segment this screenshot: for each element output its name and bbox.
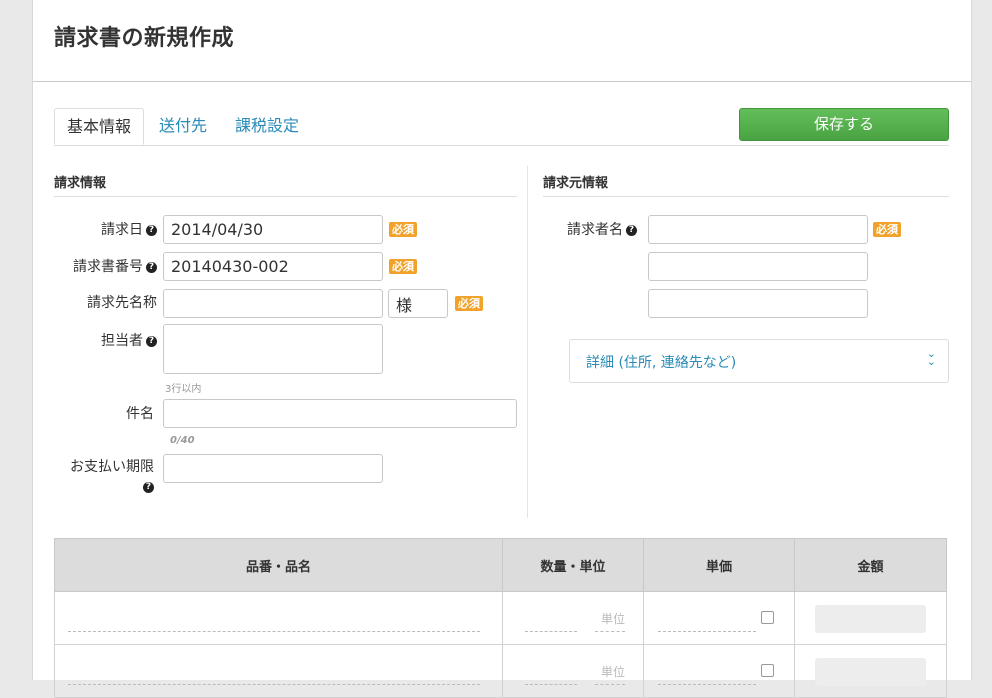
column-header: 単価 (643, 538, 795, 592)
help-icon[interactable]: ? (143, 482, 154, 493)
double-chevron-down-icon: ⌄ ⌄ (926, 347, 936, 368)
unit-field[interactable] (595, 631, 625, 632)
unit-placeholder: 単位 (600, 612, 625, 626)
items-table: 品番・品名 数量・単位 単価 金額 単位 単位 (54, 538, 947, 698)
column-header: 品番・品名 (54, 538, 503, 592)
subject-label: 件名 (126, 406, 154, 422)
unit-field[interactable] (595, 684, 625, 685)
contact-person-label: 担当者? (54, 330, 157, 350)
payment-due-label-text: お支払い期限 (70, 459, 154, 475)
issuer-name-label: 請求者名? (543, 219, 637, 239)
required-badge: 必須 (455, 296, 483, 311)
save-button[interactable]: 保存する (739, 108, 949, 141)
billing-info-title: 請求情報 (54, 172, 517, 197)
quantity-field[interactable] (525, 631, 577, 632)
contact-person-label-text: 担当者 (101, 333, 143, 349)
item-name-cell[interactable] (54, 644, 503, 698)
page-title: 請求書の新規作成 (54, 26, 235, 51)
payment-due-input[interactable] (163, 454, 383, 483)
required-badge: 必須 (389, 222, 417, 237)
unit-price-field[interactable] (658, 684, 756, 685)
details-toggle-label: 詳細 (住所, 連絡先など) (586, 355, 737, 371)
invoice-date-label-text: 請求日 (101, 222, 143, 238)
honorific-input[interactable] (388, 289, 448, 318)
invoice-date-input[interactable] (163, 215, 383, 244)
details-toggle[interactable]: 詳細 (住所, 連絡先など) ⌄ ⌄ (569, 339, 949, 383)
issuer-info-title: 請求元情報 (543, 172, 949, 197)
unit-placeholder: 単位 (600, 665, 625, 679)
tab-tax-settings[interactable]: 課税設定 (235, 108, 299, 145)
page-header: 請求書の新規作成 (33, 0, 971, 82)
issuer-name-line2-input[interactable] (648, 252, 868, 281)
issuer-name-input[interactable] (648, 215, 868, 244)
main-panel: 請求書の新規作成 基本情報 送付先 課税設定 保存する 請求情報 請求日? 必須… (32, 0, 972, 698)
subject-counter: 0/40 (170, 435, 195, 446)
table-row: 単位 (54, 591, 947, 645)
invoice-date-label: 請求日? (54, 219, 157, 239)
invoice-number-input[interactable] (163, 252, 383, 281)
column-header: 数量・単位 (502, 538, 644, 592)
help-icon[interactable]: ? (146, 336, 157, 347)
table-row: 単位 (54, 644, 947, 698)
amount-cell (794, 591, 947, 645)
unit-price-field[interactable] (658, 631, 756, 632)
unit-price-cell[interactable] (643, 591, 795, 645)
tax-checkbox[interactable] (761, 611, 774, 624)
issuer-name-label-text: 請求者名 (567, 222, 623, 238)
help-icon[interactable]: ? (146, 262, 157, 273)
tab-basic-info[interactable]: 基本情報 (54, 108, 144, 145)
quantity-field[interactable] (525, 684, 577, 685)
recipient-name-label: 請求先名称 (87, 295, 157, 311)
quantity-cell[interactable]: 単位 (502, 644, 644, 698)
amount-cell (794, 644, 947, 698)
item-name-field[interactable] (68, 631, 480, 632)
invoice-number-label-text: 請求書番号 (73, 259, 143, 275)
column-header: 金額 (794, 538, 947, 592)
required-badge: 必須 (873, 222, 901, 237)
help-icon[interactable]: ? (626, 225, 637, 236)
quantity-cell[interactable]: 単位 (502, 591, 644, 645)
item-name-field[interactable] (68, 684, 480, 685)
subject-input[interactable] (163, 399, 517, 428)
payment-due-label: お支払い期限? (54, 457, 154, 497)
invoice-number-label: 請求書番号? (54, 256, 157, 276)
contact-person-hint: 3行以内 (165, 384, 202, 395)
amount-display (815, 658, 926, 686)
unit-price-cell[interactable] (643, 644, 795, 698)
contact-person-textarea[interactable] (163, 324, 383, 374)
amount-display (815, 605, 926, 633)
tab-recipient[interactable]: 送付先 (159, 108, 207, 145)
required-badge: 必須 (389, 259, 417, 274)
issuer-name-line3-input[interactable] (648, 289, 868, 318)
help-icon[interactable]: ? (146, 225, 157, 236)
recipient-name-input[interactable] (163, 289, 383, 318)
column-divider (527, 166, 528, 518)
item-name-cell[interactable] (54, 591, 503, 645)
